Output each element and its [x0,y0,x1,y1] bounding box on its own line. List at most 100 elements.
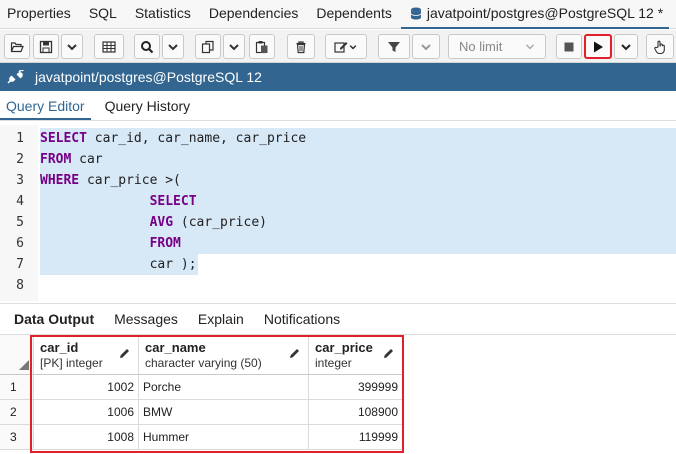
delete-button[interactable] [287,34,315,59]
column-type: [PK] integer [40,356,103,370]
table-cell[interactable]: Porche [139,375,309,400]
table-cell[interactable]: 1008 [34,425,139,450]
edit-icon [334,41,348,53]
tab-notifications[interactable]: Notifications [254,311,350,327]
tab-data-output[interactable]: Data Output [0,311,104,327]
copy-dropdown-button[interactable] [223,34,245,59]
execute-button[interactable] [584,34,612,59]
query-toolbar: No limit [0,30,676,63]
column-type: integer [315,356,352,370]
filter-dropdown-button[interactable] [412,34,440,59]
column-type: character varying (50) [145,356,262,370]
macros-button[interactable] [646,34,674,59]
table-cell[interactable]: 1002 [34,375,139,400]
sql-text: car ); [40,257,197,272]
table-cell[interactable]: 119999 [309,425,403,450]
tab-query-history[interactable]: Query History [99,98,197,120]
code-line[interactable]: 6 FROM [0,233,676,254]
cancel-query-button[interactable] [556,34,582,59]
find-button[interactable] [134,34,160,59]
tab-statistics[interactable]: Statistics [126,0,200,29]
connection-plug-icon[interactable] [7,70,25,84]
sql-text: car_id, car_name, car_price [86,131,307,146]
code-line[interactable]: 1 SELECT car_id, car_name, car_price [0,128,676,149]
column-header-car-price[interactable]: car_price integer [309,335,403,375]
tab-query-tool-label: javatpoint/postgres@PostgreSQL 12 * [426,4,664,21]
connection-bar: javatpoint/postgres@PostgreSQL 12 [0,63,676,91]
sql-keyword: WHERE [40,173,80,188]
column-header-car-id[interactable]: car_id [PK] integer [34,335,139,375]
pencil-icon [290,349,299,358]
tab-explain[interactable]: Explain [188,311,254,327]
table-cell[interactable]: 108900 [309,400,403,425]
code-line[interactable]: 4 SELECT [0,191,676,212]
code-line[interactable]: 2 FROM car [0,149,676,170]
sql-text: car [71,152,103,167]
panel-tab-bar: Properties SQL Statistics Dependencies D… [0,0,676,29]
sql-text: car_price >( [79,173,181,188]
corner-triangle-icon [19,360,29,370]
tab-sql[interactable]: SQL [80,0,126,29]
chevron-down-icon [525,43,535,49]
search-icon [141,40,154,53]
tab-query-tool[interactable]: javatpoint/postgres@PostgreSQL 12 * [400,0,670,29]
sql-editor[interactable]: 1 SELECT car_id, car_name, car_price 2 FROM… [0,125,676,301]
column-header-car-name[interactable]: car_name character varying (50) [139,335,309,375]
line-number: 7 [16,257,24,272]
sql-keyword: AVG [149,215,174,230]
play-icon [594,41,603,52]
tab-dependencies[interactable]: Dependencies [200,0,308,29]
sql-keyword: FROM [149,236,181,251]
column-name: car_name [145,340,206,355]
row-number[interactable]: 3 [0,425,34,450]
row-number[interactable]: 2 [0,400,34,425]
tab-query-editor[interactable]: Query Editor [0,98,91,120]
tab-messages[interactable]: Messages [104,311,188,327]
code-line[interactable]: 3 WHERE car_price >( [0,170,676,191]
filter-button[interactable] [378,34,410,59]
find-dropdown-button[interactable] [162,34,184,59]
table-cell[interactable]: 399999 [309,375,403,400]
save-file-button[interactable] [33,34,59,59]
hand-pointer-icon [654,40,665,54]
filter-icon [388,41,400,52]
table-icon [102,40,116,53]
table-cell[interactable]: Hummer [139,425,309,450]
pencil-icon [120,349,129,358]
chevron-down-icon [349,44,357,49]
line-number: 5 [16,215,24,230]
folder-open-icon [10,41,24,52]
paste-button[interactable] [249,34,275,59]
trash-icon [296,40,306,53]
sql-keyword: SELECT [40,131,87,146]
table-cell[interactable]: 1006 [34,400,139,425]
execute-dropdown-button[interactable] [614,34,638,59]
connection-label: javatpoint/postgres@PostgreSQL 12 [35,69,262,85]
save-dropdown-button[interactable] [61,34,83,59]
grid-select-all-corner[interactable] [0,335,34,375]
tab-properties[interactable]: Properties [0,0,80,29]
selection-highlight [40,149,676,170]
chevron-down-icon [421,43,431,50]
code-line[interactable]: 8 [0,275,676,296]
line-number: 3 [16,173,24,188]
copy-icon [201,40,214,53]
sql-keyword: FROM [40,152,72,167]
edit-grid-button[interactable] [94,34,124,59]
editor-tab-bar: Query Editor Query History [0,92,676,121]
copy-button[interactable] [195,34,221,59]
line-number: 6 [16,236,24,251]
paste-icon [255,40,268,53]
edit-dropdown-button[interactable] [325,34,367,59]
row-number[interactable]: 1 [0,375,34,400]
code-line[interactable]: 7 car ); [0,254,676,275]
table-cell[interactable]: BMW [139,400,309,425]
row-limit-select[interactable]: No limit [448,34,546,59]
chevron-down-icon [67,43,77,50]
tab-dependents[interactable]: Dependents [307,0,401,29]
data-output-grid: car_id [PK] integer car_name character vary… [0,335,676,454]
open-file-button[interactable] [4,34,30,59]
code-line[interactable]: 5 AVG (car_price) [0,212,676,233]
code-text: FROM car [40,149,103,170]
